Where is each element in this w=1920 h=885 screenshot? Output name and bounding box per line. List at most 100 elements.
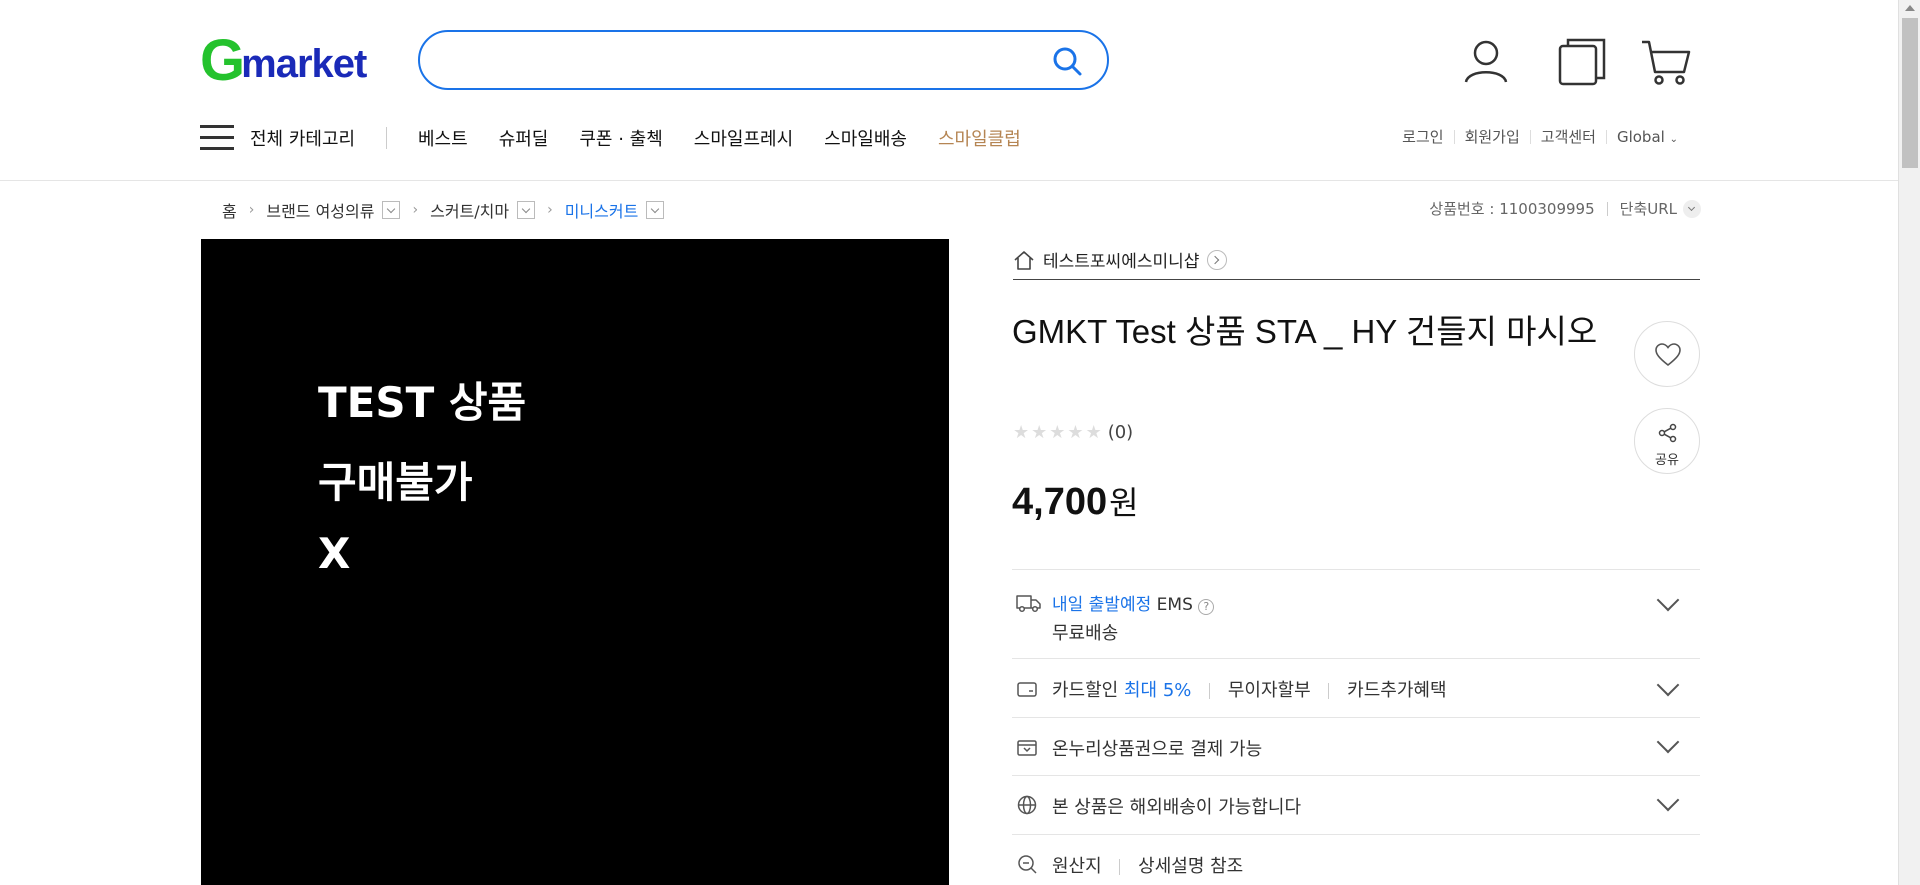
user-icon[interactable]	[1460, 36, 1512, 88]
divider	[1119, 859, 1121, 875]
shop-link[interactable]: 테스트포씨에스미니샵	[1013, 240, 1700, 280]
nav-item-smile-delivery[interactable]: 스마일배송	[824, 125, 907, 151]
origin-label: 원산지	[1052, 856, 1102, 877]
search-box	[418, 30, 1109, 90]
short-url-button[interactable]: 단축URL	[1620, 198, 1677, 219]
wishlist-button[interactable]	[1634, 321, 1700, 387]
origin-text: 원산지 상세설명 참조	[1052, 852, 1243, 878]
global-label: Global	[1616, 127, 1665, 146]
signup-link[interactable]: 회원가입	[1465, 126, 1520, 147]
utility-nav: 로그인 회원가입 고객센터 Global ⌄	[1402, 126, 1678, 147]
origin-row[interactable]: 원산지 상세설명 참조	[1012, 834, 1700, 885]
star-icon: ★	[1067, 422, 1084, 443]
search-input[interactable]	[444, 42, 1024, 78]
breadcrumb-home[interactable]: 홈	[222, 198, 237, 222]
onnuri-row[interactable]: 온누리상품권으로 결제 가능	[1012, 717, 1700, 775]
scrollbar[interactable]	[1898, 0, 1920, 885]
delivery-method: EMS	[1156, 595, 1193, 615]
util-divider	[1605, 129, 1607, 144]
main-nav: 베스트 슈퍼딜 쿠폰 · 출첵 스마일프레시 스마일배송 스마일클럽	[418, 122, 1052, 154]
product-title: GMKT Test 상품 STA _ HY 건들지 마시오	[1012, 313, 1598, 350]
breadcrumb: 홈 › 브랜드 여성의류 › 스커트/치마 › 미니스커트	[222, 197, 665, 223]
truck-icon	[1016, 595, 1041, 613]
site-header: G market 전체 카테고리 베스트 슈퍼딜 쿠폰 · 출첵 스마일프레시 …	[0, 0, 1898, 181]
recent-items-icon[interactable]	[1556, 36, 1608, 88]
dropdown-toggle-icon[interactable]	[517, 201, 536, 219]
product-number: 상품번호 : 1100309995	[1429, 200, 1595, 218]
customer-center-link[interactable]: 고객센터	[1541, 126, 1596, 147]
all-category-label: 전체 카테고리	[250, 129, 356, 150]
chevron-down-icon: ⌄	[1669, 133, 1678, 145]
help-icon[interactable]: ?	[1198, 599, 1215, 615]
nav-divider	[386, 127, 387, 149]
util-divider	[1529, 129, 1531, 144]
cart-icon[interactable]	[1640, 36, 1692, 88]
nav-item-smile-fresh[interactable]: 스마일프레시	[694, 125, 793, 151]
card-icon	[1017, 682, 1037, 697]
home-icon	[1014, 250, 1034, 270]
chevron-right-icon: ›	[412, 202, 419, 218]
nav-item-best[interactable]: 베스트	[418, 125, 468, 151]
chevron-down-icon[interactable]	[1683, 199, 1701, 218]
logo-text: market	[241, 42, 367, 86]
dropdown-toggle-icon[interactable]	[382, 201, 401, 219]
login-link[interactable]: 로그인	[1402, 126, 1443, 147]
global-link[interactable]: Global ⌄	[1617, 128, 1678, 146]
share-button[interactable]: 공유	[1634, 408, 1700, 474]
share-label: 공유	[1655, 453, 1679, 468]
overseas-text: 본 상품은 해외배송이 가능합니다	[1052, 797, 1302, 818]
chevron-down-icon[interactable]	[1656, 673, 1680, 697]
shop-name: 테스트포씨에스미니샵	[1043, 252, 1200, 272]
review-count: (0)	[1107, 422, 1134, 443]
star-icon: ★	[1049, 422, 1066, 443]
card-extra-label: 카드추가혜택	[1347, 680, 1447, 701]
card-max-discount: 최대 5%	[1123, 680, 1192, 701]
price: 4,700 원	[1012, 478, 1139, 524]
nav-item-smile-club[interactable]: 스마일클럽	[938, 125, 1021, 151]
card-benefit-row[interactable]: 카드할인 최대 5% 무이자할부 카드추가혜택	[1012, 658, 1700, 717]
card-discount-label: 카드할인	[1052, 680, 1119, 701]
chevron-down-icon[interactable]	[1656, 588, 1680, 612]
nav-item-coupon[interactable]: 쿠폰 · 출첵	[579, 125, 662, 151]
dropdown-toggle-icon[interactable]	[646, 201, 665, 219]
installment-label: 무이자할부	[1227, 680, 1311, 701]
divider	[1606, 201, 1608, 216]
all-category-button[interactable]: 전체 카테고리	[200, 122, 355, 154]
product-image[interactable]: TEST 상품 구매불가 X	[201, 239, 949, 885]
nav-item-superdeal[interactable]: 슈퍼딜	[499, 125, 549, 151]
price-unit: 원	[1109, 484, 1139, 522]
breadcrumb-level3[interactable]: 미니스커트	[565, 198, 639, 222]
chevron-right-icon: ›	[248, 202, 255, 218]
gmarket-logo[interactable]: G market	[200, 32, 367, 90]
rating[interactable]: ★ ★ ★ ★ ★ (0)	[1013, 422, 1133, 443]
divider	[1328, 683, 1330, 699]
globe-icon	[1017, 795, 1037, 815]
divider	[1209, 683, 1211, 699]
share-icon	[1658, 423, 1677, 443]
help-mark: ?	[1203, 600, 1210, 613]
delivery-date: 내일 출발예정	[1052, 595, 1152, 615]
star-icon: ★	[1013, 422, 1030, 443]
image-text-line: X	[318, 529, 351, 578]
chevron-right-icon: ›	[547, 202, 553, 218]
breadcrumb-level1[interactable]: 브랜드 여성의류	[266, 198, 374, 222]
chevron-down-icon[interactable]	[1656, 730, 1680, 754]
overseas-row[interactable]: 본 상품은 해외배송이 가능합니다	[1012, 775, 1700, 834]
scroll-up-icon[interactable]	[1905, 5, 1915, 11]
breadcrumb-level2[interactable]: 스커트/치마	[430, 198, 509, 222]
hamburger-menu-icon	[200, 125, 234, 151]
star-icon: ★	[1031, 422, 1048, 443]
chevron-right-icon	[1207, 249, 1228, 270]
search-icon[interactable]	[1051, 45, 1083, 77]
delivery-info-row[interactable]: 내일 출발예정 EMS ? 무료배송	[1012, 569, 1700, 658]
delivery-schedule: 내일 출발예정 EMS ?	[1052, 590, 1215, 615]
chevron-down-icon[interactable]	[1656, 788, 1680, 812]
image-text-line: TEST 상품	[318, 378, 527, 427]
star-icon: ★	[1085, 422, 1102, 443]
scrollbar-thumb[interactable]	[1902, 18, 1918, 168]
voucher-icon	[1017, 740, 1037, 756]
short-url-label: 단축URL	[1619, 200, 1677, 218]
product-number-bar: 상품번호 : 1100309995 단축URL	[1429, 198, 1701, 219]
util-divider	[1453, 129, 1455, 144]
origin-value: 상세설명 참조	[1138, 856, 1244, 877]
